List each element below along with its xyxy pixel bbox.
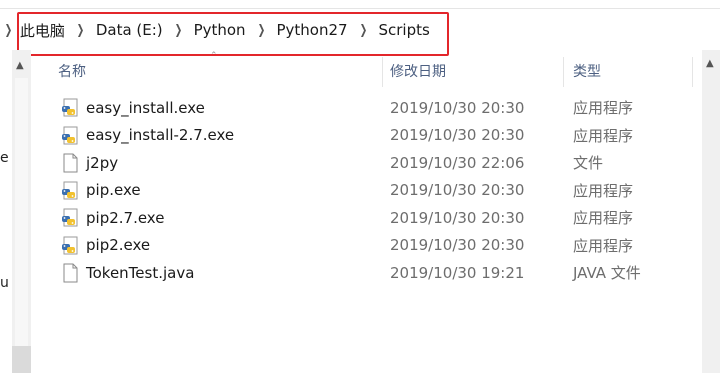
ribbon-strip [0, 0, 720, 9]
file-modified-date: 2019/10/30 20:30 [390, 236, 525, 254]
file-type: 应用程序 [573, 99, 634, 117]
file-type: 应用程序 [573, 181, 634, 200]
column-divider[interactable] [563, 57, 564, 87]
column-divider[interactable] [382, 57, 383, 87]
column-header-name[interactable]: 名称 [58, 57, 378, 85]
column-divider[interactable] [692, 57, 693, 87]
python-exe-icon [62, 208, 78, 227]
column-header-date-label: 修改日期 [390, 64, 446, 80]
column-header-name-label: 名称 [58, 64, 86, 80]
file-modified-date: 2019/10/30 20:30 [390, 181, 525, 199]
file-name: j2py [86, 153, 119, 172]
nav-pane-scrollbar[interactable]: ▲ [12, 50, 31, 373]
file-row[interactable]: easy_install-2.7.exe 2019/10/30 20:30 应用… [55, 122, 695, 149]
file-modified-date: 2019/10/30 19:21 [390, 263, 525, 282]
file-type: JAVA 文件 [573, 264, 641, 282]
file-list-scrollbar[interactable]: ▲ [702, 50, 720, 373]
column-header-date[interactable]: 修改日期 [390, 57, 560, 85]
file-type: 应用程序 [573, 126, 634, 145]
file-type: 应用程序 [573, 209, 634, 227]
file-name: pip2.exe [86, 236, 151, 254]
python-exe-icon [62, 181, 78, 199]
file-row[interactable]: pip.exe 2019/10/30 20:30 应用程序 [55, 177, 695, 204]
file-modified-date: 2019/10/30 20:30 [390, 208, 525, 227]
file-row[interactable]: pip2.exe 2019/10/30 20:30 应用程序 [55, 232, 695, 259]
column-header-type-label: 类型 [573, 64, 601, 80]
file-name: easy_install-2.7.exe [86, 126, 235, 144]
blank-file-icon [63, 153, 78, 173]
blank-file-icon [63, 263, 78, 283]
file-type: 应用程序 [573, 236, 634, 255]
python-exe-icon [62, 236, 78, 254]
file-modified-date: 2019/10/30 20:30 [390, 126, 525, 144]
scrollbar-thumb[interactable] [12, 346, 31, 373]
file-name: pip2.7.exe [86, 208, 165, 227]
file-row[interactable]: easy_install.exe 2019/10/30 20:30 应用程序 [55, 94, 695, 121]
file-name: TokenTest.java [86, 263, 195, 282]
scrollbar-track [15, 78, 28, 368]
file-row[interactable]: TokenTest.java 2019/10/30 19:21 JAVA 文件 [55, 259, 695, 286]
scroll-up-arrow-icon[interactable]: ▲ [16, 60, 24, 71]
file-name: easy_install.exe [86, 98, 205, 117]
file-row[interactable]: j2py 2019/10/30 22:06 文件 [55, 149, 695, 176]
file-modified-date: 2019/10/30 22:06 [390, 153, 525, 172]
column-header-type[interactable]: 类型 [573, 57, 693, 85]
file-type: 文件 [573, 154, 604, 172]
scroll-up-arrow-icon[interactable]: ▲ [706, 58, 714, 69]
file-modified-date: 2019/10/30 20:30 [390, 98, 525, 117]
python-exe-icon [62, 98, 78, 117]
file-row[interactable]: pip2.7.exe 2019/10/30 20:30 应用程序 [55, 204, 695, 231]
nav-pane-text-fragment: e [0, 150, 9, 166]
chevron-right-icon[interactable]: ❯ [5, 23, 13, 38]
python-exe-icon [62, 126, 78, 144]
highlight-annotation-box [17, 12, 449, 56]
file-name: pip.exe [86, 181, 141, 199]
nav-pane-text-fragment: u [0, 275, 9, 291]
